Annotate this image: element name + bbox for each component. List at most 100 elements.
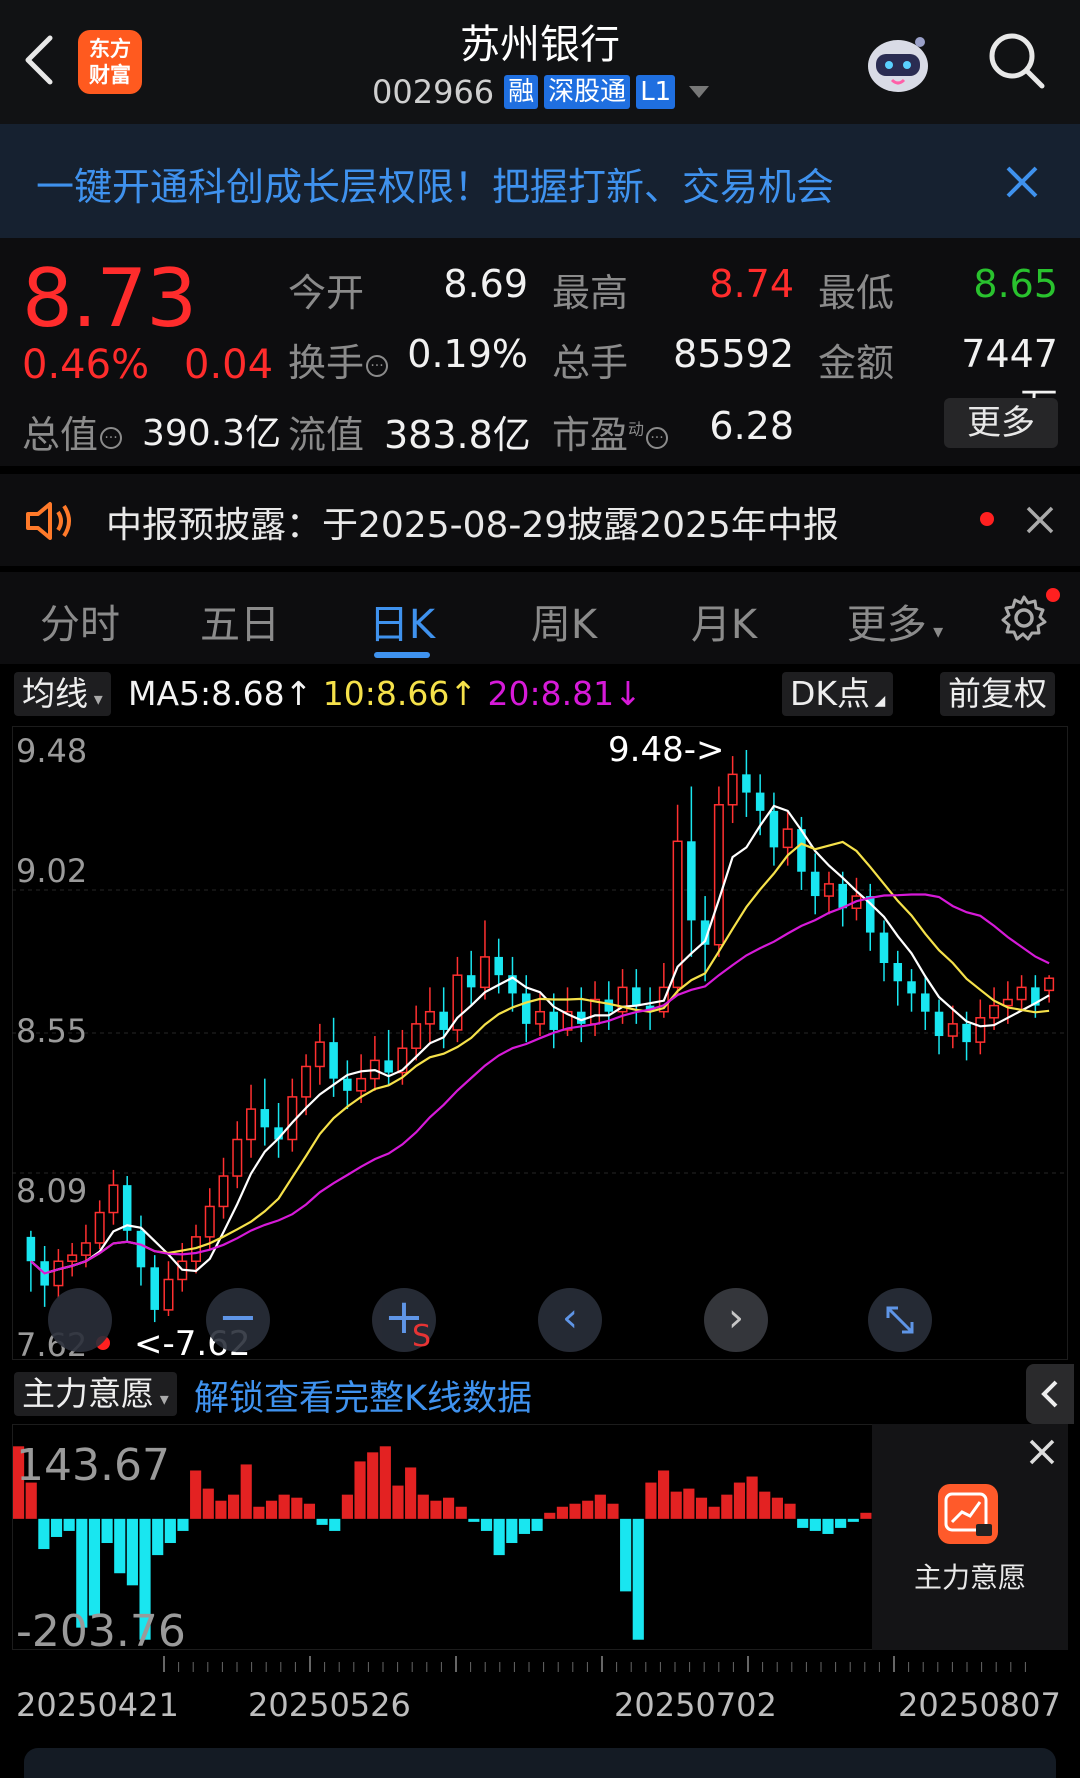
flow-bar: [493, 1518, 505, 1556]
candle-body: [424, 1010, 435, 1025]
logo-text-bottom: 财富: [89, 63, 131, 87]
caret-down-icon: ▾: [926, 619, 944, 643]
flow-bar: [278, 1494, 290, 1519]
x-axis-label: 20250807: [898, 1686, 1061, 1724]
flow-bar: [607, 1503, 619, 1519]
total-value: 390.3亿: [142, 413, 282, 454]
pe-label: 市盈动 ···: [552, 404, 669, 459]
tab-weekly-k[interactable]: 周K: [504, 592, 624, 650]
low-value: 8.65: [973, 262, 1058, 306]
flow-bar: [455, 1506, 467, 1519]
flow-bar: [556, 1506, 568, 1519]
amount-label: 金额: [818, 341, 895, 385]
main-force-overlay-label: 主力意愿: [913, 1561, 1026, 1594]
turnover-label-text: 换手: [288, 341, 365, 385]
float-value: 383.8亿: [384, 413, 531, 457]
notice-text[interactable]: 中报预披露：于2025-08-29披露2025年中报: [106, 496, 839, 548]
candle-body: [122, 1185, 132, 1231]
candle-body: [742, 774, 751, 793]
candle-body: [232, 1138, 243, 1177]
flow-bar: [430, 1500, 442, 1519]
candle-body: [384, 1060, 393, 1073]
close-icon[interactable]: [1024, 504, 1056, 536]
high-marker: 9.48->: [608, 730, 725, 770]
info-dots-icon[interactable]: ···: [366, 354, 389, 377]
x-axis-ticks: [163, 1656, 1026, 1672]
open-label: 今开: [288, 271, 365, 315]
candle-body: [329, 1042, 338, 1079]
tab-five-day[interactable]: 五日: [180, 592, 300, 650]
ma20-line: [30, 893, 1050, 1275]
candle-body: [204, 1205, 215, 1238]
promo-banner-text[interactable]: 一键开通科创成长层权限！把握打新、交易机会: [36, 156, 834, 211]
ma-selector-label: 均线: [22, 674, 88, 713]
flow-bar: [531, 1518, 543, 1531]
caret-down-icon[interactable]: [689, 86, 710, 98]
flow-bar: [683, 1488, 695, 1519]
chevron-right-icon[interactable]: ›: [704, 1288, 768, 1352]
zoom-out-icon[interactable]: −: [206, 1288, 270, 1352]
unlock-link[interactable]: 解锁查看完整K线数据: [194, 1370, 532, 1421]
kline-chart[interactable]: [12, 726, 1068, 1360]
high-label: 最高: [552, 271, 629, 315]
chevron-left-icon[interactable]: ‹: [538, 1288, 602, 1352]
flow-bar: [632, 1518, 644, 1640]
flow-bar: [215, 1500, 227, 1519]
close-icon[interactable]: [1026, 1436, 1058, 1468]
robot-assistant-icon[interactable]: [858, 24, 938, 104]
speaker-icon: [26, 502, 71, 540]
margin-tag: 融: [504, 75, 539, 109]
flow-bar: [708, 1506, 720, 1519]
app-logo[interactable]: 东方 财富: [78, 30, 142, 94]
tab-more[interactable]: 更多 ▾: [830, 592, 960, 650]
trend-lock-icon[interactable]: [938, 1484, 998, 1544]
flow-bar: [101, 1518, 113, 1544]
expand-icon[interactable]: [868, 1288, 932, 1352]
tab-intraday[interactable]: 分时: [20, 592, 140, 650]
flow-bar: [797, 1518, 809, 1528]
gear-icon[interactable]: [1000, 594, 1048, 642]
volume-value: 85592: [673, 332, 794, 376]
tab-more-label: 更多: [846, 602, 927, 648]
tab-daily-k[interactable]: 日K: [342, 592, 462, 650]
flow-bar: [835, 1518, 847, 1528]
candle-body: [26, 1236, 36, 1262]
info-dots-icon[interactable]: ···: [100, 426, 123, 449]
collapse-button[interactable]: [1026, 1364, 1074, 1424]
chart-control-button[interactable]: [48, 1288, 112, 1352]
y-tick-label: 9.02: [16, 852, 88, 890]
s-badge: S: [412, 1319, 432, 1354]
candle-body: [727, 773, 738, 806]
float-value-label: 流值: [288, 413, 365, 457]
arrow-up-icon: ↑: [449, 674, 478, 713]
flow-bar: [265, 1500, 278, 1519]
pe-label-text: 市盈: [552, 413, 629, 457]
flow-bar: [544, 1512, 556, 1519]
ma-selector[interactable]: 均线 ▾: [14, 672, 111, 716]
stock-name[interactable]: 苏州银行: [340, 12, 740, 70]
dk-point-label: DK点: [790, 674, 871, 713]
candle-body: [782, 828, 793, 849]
stock-code-row[interactable]: 002966 融 深股通 L1: [372, 72, 710, 112]
flow-bar: [316, 1518, 328, 1525]
arrow-up-icon: ↑: [284, 674, 313, 713]
candle-body: [975, 1017, 986, 1043]
dk-point-button[interactable]: DK点 ◢: [782, 672, 894, 716]
change-amount: 0.04: [184, 342, 274, 388]
adjust-button[interactable]: 前复权: [940, 672, 1055, 716]
search-icon[interactable]: [984, 28, 1050, 94]
total-value-label-text: 总值: [22, 413, 99, 457]
tab-monthly-k[interactable]: 月K: [664, 592, 784, 650]
indicator-selector[interactable]: 主力意愿 ▾: [14, 1372, 177, 1416]
candle-body: [962, 1023, 971, 1043]
chevron-left-icon[interactable]: [14, 28, 70, 92]
close-icon[interactable]: [1000, 160, 1044, 204]
ma10-line: [30, 840, 1050, 1275]
flow-bar: [784, 1503, 796, 1519]
flow-bar: [329, 1518, 341, 1531]
candle-body: [53, 1260, 64, 1287]
zoom-in-icon[interactable]: + S: [372, 1288, 436, 1354]
candle-body: [823, 883, 834, 897]
corner-triangle-icon: ◢: [870, 693, 886, 709]
more-quote-button[interactable]: 更多: [944, 398, 1058, 448]
